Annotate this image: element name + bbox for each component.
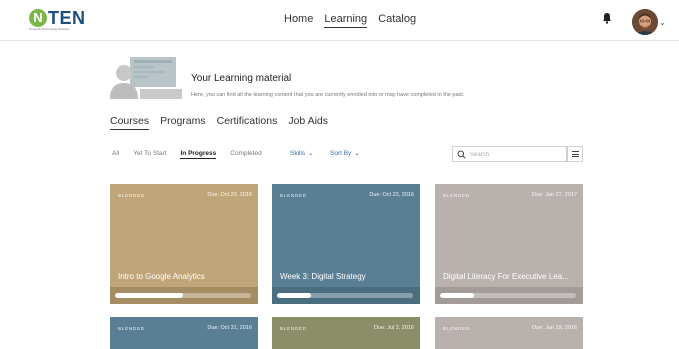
card-type-label: BLENDED [443,193,470,198]
filter-all[interactable]: All [112,150,119,159]
chevron-down-icon: ⌄ [354,151,360,157]
main-nav: Home Learning Catalog [284,13,416,28]
card-type-label: BLENDED [280,193,307,198]
status-filters: All Yet To Start In Progress Completed [112,150,262,159]
card-title[interactable]: Digital Literacy For Executive Lea... [443,272,579,281]
tab-programs[interactable]: Programs [160,115,206,130]
course-card[interactable]: BLENDED Due: Jul 3, 2016 [272,317,420,349]
learning-material-illustration [110,57,182,99]
card-title[interactable]: Intro to Google Analytics [118,272,254,281]
card-progress-fill [440,293,474,298]
card-due-date: Due: Jun 19, 2016 [532,325,577,331]
nav-learning[interactable]: Learning [324,13,368,28]
skills-dropdown[interactable]: Skills ⌄ [290,150,313,157]
card-progress-fill [115,293,183,298]
card-progress-bar [277,293,413,298]
card-progress-bar [115,293,251,298]
course-card[interactable]: BLENDED Due: Jun 19, 2016 [435,317,583,349]
card-due-date: Due: Oct 23, 2016 [207,192,252,198]
card-type-label: BLENDED [118,326,145,331]
sort-by-dropdown[interactable]: Sort By ⌄ [330,150,359,157]
logo-badge: N [29,9,47,27]
card-progress-bar [440,293,576,298]
avatar-chevron-down-icon[interactable]: ⌄ [659,18,666,27]
content-type-tabs: Courses Programs Certifications Job Aids [110,115,328,130]
card-type-label: BLENDED [280,326,307,331]
filter-yet-to-start[interactable]: Yet To Start [133,150,166,159]
course-card[interactable]: BLENDED Due: Oct 31, 2016 [110,317,258,349]
card-due-date: Due: Oct 23, 2016 [369,192,414,198]
user-avatar[interactable] [632,9,658,35]
page-description: Here, you can find all the learning cont… [191,92,465,98]
chevron-down-icon: ⌄ [308,151,314,157]
top-header: N TEN Nonprofit Technology Network Home … [0,0,679,41]
card-due-date: Due: Oct 31, 2016 [207,325,252,331]
search-input[interactable] [470,149,560,160]
card-due-date: Due: Jul 3, 2016 [373,325,414,331]
logo-text: TEN [48,8,86,28]
tab-courses[interactable]: Courses [110,115,150,130]
card-type-label: BLENDED [443,326,470,331]
tab-certifications[interactable]: Certifications [217,115,278,130]
card-due-date: Due: Jan 27, 2017 [532,192,577,198]
bell-icon[interactable] [602,12,612,24]
tab-job-aids[interactable]: Job Aids [288,115,328,130]
course-card[interactable]: BLENDED Due: Jan 27, 2017 Digital Litera… [435,184,583,304]
card-type-label: BLENDED [118,193,145,198]
sort-by-dropdown-label: Sort By [330,150,352,157]
list-view-icon[interactable] [567,146,583,162]
filter-in-progress[interactable]: In Progress [180,150,217,159]
card-title[interactable]: Week 3: Digital Strategy [280,272,416,281]
course-card[interactable]: BLENDED Due: Oct 23, 2016 Intro to Googl… [110,184,258,304]
search-icon[interactable] [457,150,466,159]
skills-dropdown-label: Skills [290,150,306,157]
page-title: Your Learning material [191,73,292,84]
logo-tagline: Nonprofit Technology Network [29,27,69,31]
nav-home[interactable]: Home [284,13,313,28]
nten-logo[interactable]: N TEN Nonprofit Technology Network [29,9,86,31]
course-card[interactable]: BLENDED Due: Oct 23, 2016 Week 3: Digita… [272,184,420,304]
nav-catalog[interactable]: Catalog [378,13,416,28]
filter-completed[interactable]: Completed [230,150,261,159]
search-box [452,146,567,162]
card-progress-fill [277,293,311,298]
